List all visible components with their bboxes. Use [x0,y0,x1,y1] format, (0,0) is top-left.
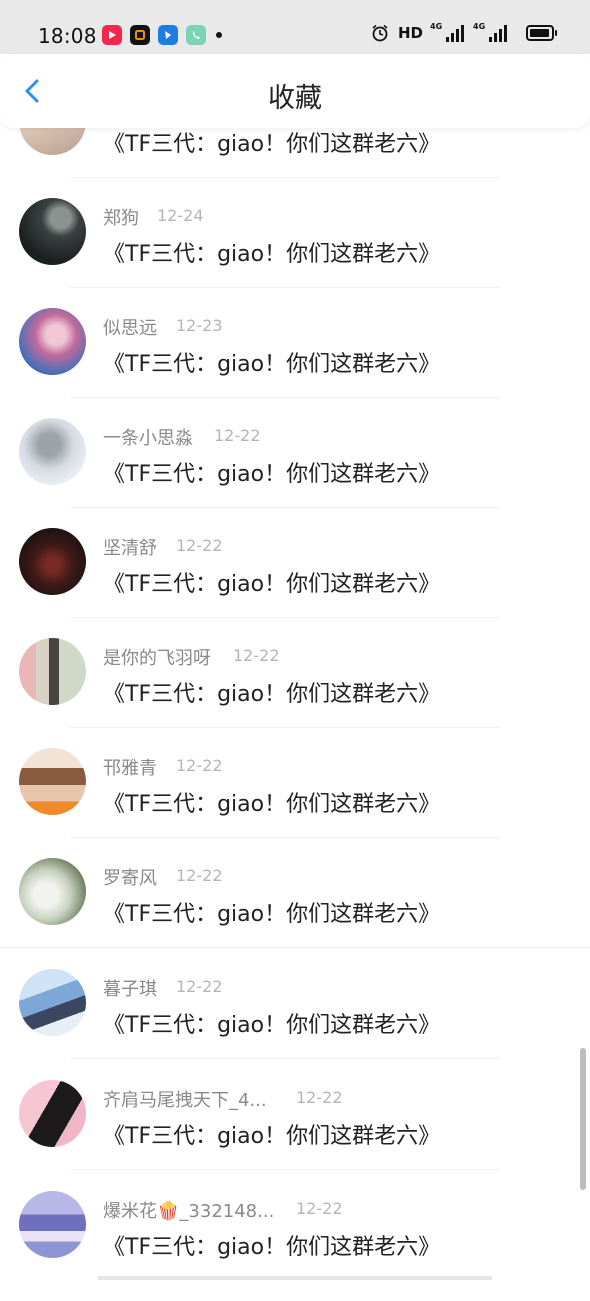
favorite-title: 《TF三代：giao！你们这群老六》 [103,352,441,377]
user-name[interactable]: 郑狗 [103,204,139,230]
divider [70,837,500,838]
favorite-title: 《TF三代：giao！你们这群老六》 [103,242,441,267]
user-name[interactable]: 邗雅青 [103,754,157,780]
divider [70,1169,500,1170]
page-title: 收藏 [268,83,322,114]
user-name[interactable]: 罗寄风 [103,864,157,890]
divider [70,397,500,398]
avatar[interactable] [19,418,86,485]
favorites-list: 《TF三代：giao！你们这群老六》 郑狗 12-24 《TF三代：giao！你… [0,0,590,1280]
user-name[interactable]: 是你的飞羽呀 [103,644,211,670]
list-item[interactable]: 似思远 12-23 《TF三代：giao！你们这群老六》 [0,308,590,418]
list-item[interactable]: 坚清舒 12-22 《TF三代：giao！你们这群老六》 [0,528,590,638]
user-name[interactable]: 似思远 [103,314,157,340]
avatar[interactable] [19,638,86,705]
user-name[interactable]: 坚清舒 [103,534,157,560]
divider [70,1058,500,1059]
item-date: 12-22 [176,977,223,996]
avatar[interactable] [19,969,86,1036]
favorite-title: 《TF三代：giao！你们这群老六》 [103,792,441,817]
list-item[interactable]: 罗寄风 12-22 《TF三代：giao！你们这群老六》 [0,858,590,968]
avatar[interactable] [19,748,86,815]
list-item[interactable]: 郑狗 12-24 《TF三代：giao！你们这群老六》 [0,198,590,308]
list-item[interactable]: 齐肩马尾拽天下_4... 12-22 《TF三代：giao！你们这群老六》 [0,1080,590,1190]
item-date: 12-23 [176,316,223,335]
favorite-title: 《TF三代：giao！你们这群老六》 [103,132,441,157]
list-item[interactable]: 爆米花🍿_332148... 12-22 《TF三代：giao！你们这群老六》 [0,1191,590,1301]
user-name[interactable]: 暮子琪 [103,975,157,1001]
divider [0,947,590,948]
avatar[interactable] [19,1191,86,1258]
user-name[interactable]: 一条小思淼 [103,424,193,450]
item-date: 12-24 [157,206,204,225]
list-item[interactable]: 一条小思淼 12-22 《TF三代：giao！你们这群老六》 [0,418,590,528]
avatar[interactable] [19,198,86,265]
item-date: 12-22 [214,426,261,445]
top-bar: 收藏 [0,54,590,128]
list-item[interactable]: 邗雅青 12-22 《TF三代：giao！你们这群老六》 [0,748,590,858]
favorite-title: 《TF三代：giao！你们这群老六》 [103,1013,441,1038]
item-date: 12-22 [296,1199,343,1218]
divider [70,507,500,508]
favorite-title: 《TF三代：giao！你们这群老六》 [103,572,441,597]
list-item[interactable]: 暮子琪 12-22 《TF三代：giao！你们这群老六》 [0,969,590,1079]
favorite-title: 《TF三代：giao！你们这群老六》 [103,682,441,707]
list-item[interactable]: 是你的飞羽呀 12-22 《TF三代：giao！你们这群老六》 [0,638,590,748]
divider [70,617,500,618]
favorite-title: 《TF三代：giao！你们这群老六》 [103,1124,441,1149]
divider [70,177,500,178]
item-date: 12-22 [176,536,223,555]
user-name[interactable]: 爆米花🍿_332148... [103,1197,274,1223]
user-name[interactable]: 齐肩马尾拽天下_4... [103,1086,267,1112]
avatar[interactable] [19,528,86,595]
favorite-title: 《TF三代：giao！你们这群老六》 [103,902,441,927]
avatar[interactable] [19,1080,86,1147]
avatar[interactable] [19,308,86,375]
item-date: 12-22 [176,866,223,885]
item-date: 12-22 [296,1088,343,1107]
favorite-title: 《TF三代：giao！你们这群老六》 [103,462,441,487]
bottom-divider [98,1276,492,1280]
divider [70,287,500,288]
favorite-title: 《TF三代：giao！你们这群老六》 [103,1235,441,1260]
item-date: 12-22 [176,756,223,775]
item-date: 12-22 [233,646,280,665]
avatar[interactable] [19,858,86,925]
scrollbar[interactable] [580,1048,586,1190]
divider [70,727,500,728]
